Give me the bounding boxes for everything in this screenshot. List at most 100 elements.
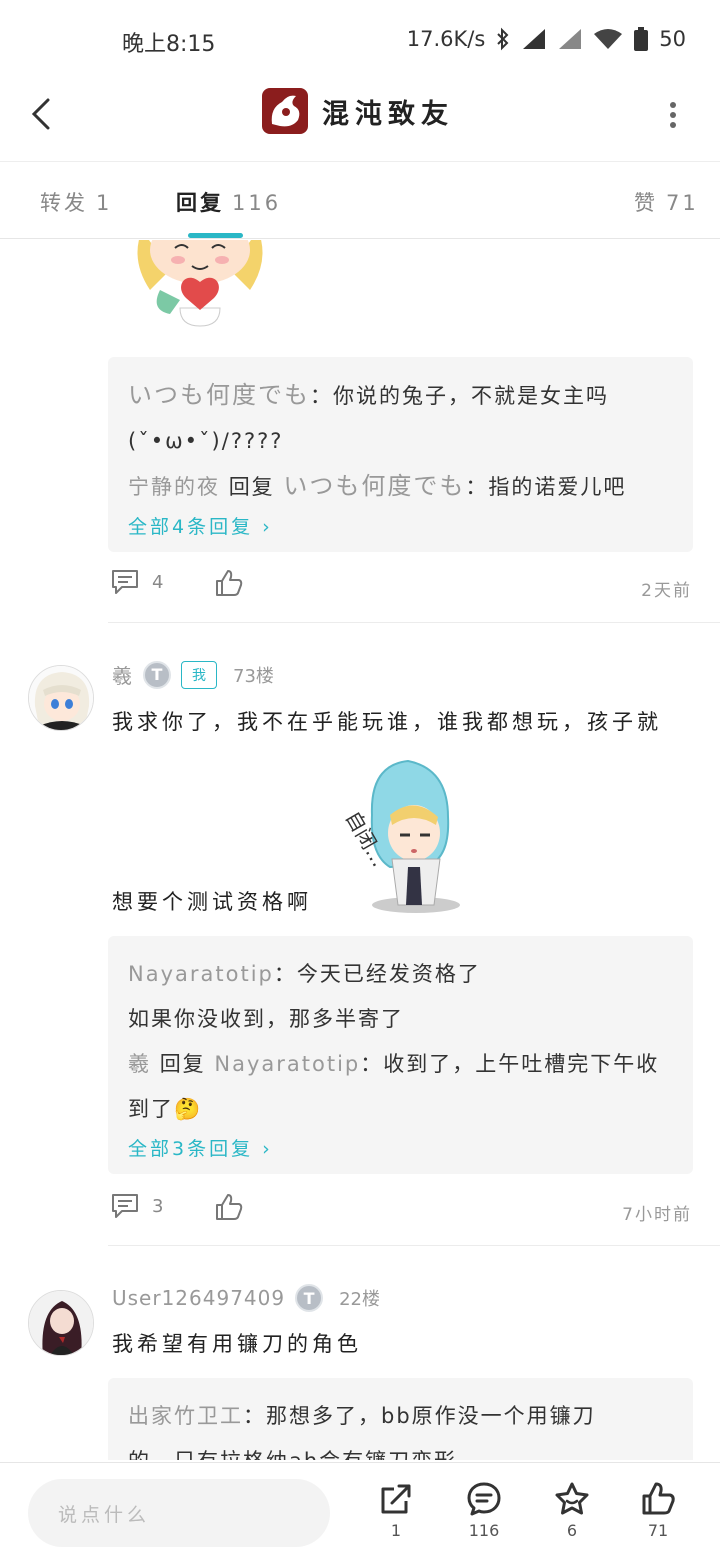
thumbs-up-icon (216, 570, 243, 596)
comment-count: 3 (152, 1195, 164, 1217)
reply-line: Nayaratotip：今天已经发资格了 (128, 952, 673, 997)
user-avatar[interactable] (28, 1290, 94, 1356)
forum-logo (262, 88, 308, 134)
favorite-button[interactable]: 6 (542, 1481, 602, 1560)
top-header: 混沌致友 (0, 80, 720, 162)
divider (108, 1245, 720, 1246)
reply-text: ：那想多了，bb原作没一个用镰刀 (243, 1404, 596, 1428)
share-icon (381, 1484, 411, 1514)
post-actions: 3 7小时前 (110, 1192, 692, 1232)
reply-line: 的，只有拉格纳ah会有镰刀变形 (128, 1439, 673, 1460)
comment-button[interactable]: 3 (110, 1192, 163, 1220)
signal-icon (523, 29, 546, 49)
reply-target[interactable]: Nayaratotip (214, 1052, 360, 1076)
like-total-count: 71 (647, 1521, 669, 1540)
reply-author[interactable]: 出家竹卫工 (128, 1404, 243, 1428)
tab-like-label: 赞 (634, 191, 658, 215)
bottom-action-bar: 说点什么 1 116 6 71 (0, 1462, 720, 1560)
post-time: 7小时前 (622, 1205, 692, 1225)
post-time: 2天前 (641, 581, 692, 601)
wifi-icon (594, 29, 623, 49)
post-author-row: User126497409 T 22楼 (112, 1284, 380, 1312)
comment-bottom-button[interactable]: 116 (454, 1481, 514, 1560)
post-author[interactable]: User126497409 (112, 1286, 285, 1310)
signal-icon-2 (559, 29, 582, 49)
all-replies-link[interactable]: 全部3条回复 › (128, 1134, 673, 1161)
status-icons: 17.6K/s 50 (407, 26, 686, 52)
post-author-row: 羲 T 我 73楼 (112, 660, 274, 689)
floor-number: 73楼 (233, 665, 274, 687)
floor-number: 22楼 (339, 1289, 381, 1310)
reply-line: (ˇ•ω•ˇ)/???? (128, 429, 284, 453)
reply-author[interactable]: いつも何度でも (128, 381, 310, 409)
all-replies-label: 全部4条回复 (128, 516, 254, 538)
comment-icon (112, 1194, 138, 1218)
tab-reply[interactable]: 回复 116 (176, 187, 281, 217)
tab-forward-count: 1 (96, 191, 113, 215)
status-time: 晚上8:15 (122, 32, 216, 57)
battery-level: 50 (659, 27, 686, 51)
sticker-image: 自闭… (341, 759, 460, 913)
reply-author[interactable]: 羲 (128, 1052, 151, 1076)
post-text: 我希望有用镰刀的角色 (112, 1332, 362, 1356)
post-author[interactable]: 羲 (112, 660, 133, 689)
star-icon (555, 1482, 589, 1515)
reply-text: ：今天已经发资格了 (273, 962, 481, 986)
reply-line: 如果你没收到，那多半寄了 (128, 1007, 404, 1031)
reply-line: 到了🤔 (128, 1097, 203, 1121)
chevron-right-icon: › (262, 1138, 273, 1160)
divider (108, 622, 720, 623)
reply-line: 宁静的夜 回复 いつも何度でも：指的诺爱儿吧 (128, 464, 673, 510)
me-badge: 我 (181, 660, 217, 689)
comment-input[interactable]: 说点什么 (28, 1479, 330, 1547)
share-button[interactable]: 1 (366, 1481, 426, 1560)
like-button[interactable] (214, 1192, 244, 1222)
back-icon[interactable] (26, 94, 56, 134)
more-menu-icon[interactable] (666, 100, 680, 130)
reply-line: いつも何度でも：你说的兔子，不就是女主吗 (128, 373, 673, 419)
reply-preview-box[interactable]: Nayaratotip：今天已经发资格了 如果你没收到，那多半寄了 羲 回复 N… (108, 936, 693, 1174)
tab-like-count: 71 (666, 191, 699, 215)
post-text: 我求你了，我不在乎能玩谁，谁我都想玩，孩子就 (112, 710, 662, 734)
reply-text: ：收到了，上午吐槽完下午收 (360, 1052, 660, 1076)
reply-preview-box[interactable]: いつも何度でも：你说的兔子，不就是女主吗 (ˇ•ω•ˇ)/???? 宁静的夜 回… (108, 357, 693, 552)
all-replies-link[interactable]: 全部4条回复 › (128, 512, 673, 539)
level-badge: T (143, 660, 171, 689)
thumbs-up-icon (216, 1194, 243, 1220)
bluetooth-icon (497, 27, 509, 51)
thumbs-up-icon (642, 1482, 675, 1515)
reply-text: ：指的诺爱儿吧 (465, 475, 627, 499)
tab-like[interactable]: 赞 71 (634, 187, 699, 217)
tab-reply-count: 116 (232, 191, 282, 215)
battery-icon (634, 27, 649, 51)
status-bar: 晚上8:15 17.6K/s 50 (0, 0, 720, 80)
like-bottom-button[interactable]: 71 (628, 1481, 688, 1560)
comment-total-count: 116 (468, 1521, 500, 1540)
tab-indicator (188, 233, 243, 238)
network-speed: 17.6K/s (406, 27, 486, 51)
level-badge: T (295, 1284, 324, 1312)
comment-button[interactable]: 4 (110, 568, 163, 596)
comment-icon (112, 570, 138, 594)
post-text: 想要个测试资格啊 (112, 890, 312, 914)
sticker-image (137, 240, 263, 327)
reply-word: 回复 (228, 475, 275, 499)
reply-feed[interactable]: いつも何度でも：你说的兔子，不就是女主吗 (ˇ•ω•ˇ)/???? 宁静的夜 回… (0, 240, 720, 1460)
share-count: 1 (390, 1521, 402, 1540)
all-replies-label: 全部3条回复 (128, 1138, 254, 1160)
like-button[interactable] (214, 568, 244, 598)
forum-title-group[interactable]: 混沌致友 (262, 88, 454, 134)
chevron-right-icon: › (262, 516, 273, 538)
user-avatar[interactable] (28, 665, 94, 731)
reply-word: 回复 (159, 1052, 206, 1076)
reply-preview-box[interactable]: 出家竹卫工：那想多了，bb原作没一个用镰刀 的，只有拉格纳ah会有镰刀变形 (108, 1378, 693, 1460)
reply-target[interactable]: いつも何度でも (283, 472, 465, 500)
tab-reply-label: 回复 (176, 191, 224, 215)
reply-text: ：你说的兔子，不就是女主吗 (310, 384, 609, 408)
reply-author[interactable]: Nayaratotip (128, 962, 274, 986)
reply-author[interactable]: 宁静的夜 (128, 475, 220, 499)
tab-forward[interactable]: 转发 1 (40, 187, 112, 217)
forum-title: 混沌致友 (322, 98, 454, 130)
tab-bar: 转发 1 回复 116 赞 71 (0, 163, 720, 239)
post-actions: 4 2天前 (110, 568, 692, 608)
